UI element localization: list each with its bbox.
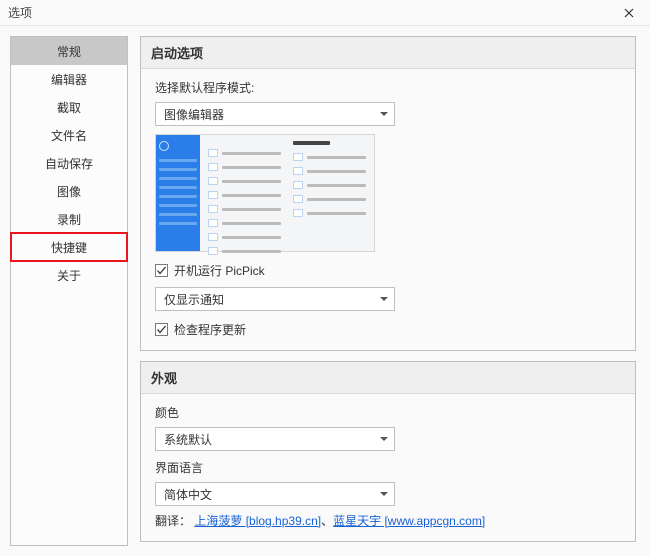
close-icon <box>624 8 634 18</box>
preview-sidebar <box>156 135 200 251</box>
translate-credit: 翻译： 上海菠萝 [blog.hp39.cn]、蓝星天宇 [www.appcgn… <box>155 512 621 529</box>
check-icon <box>156 324 167 335</box>
separator: 、 <box>321 514 333 528</box>
sidebar-item-label: 编辑器 <box>51 71 87 88</box>
sidebar-item-autosave[interactable]: 自动保存 <box>11 149 127 177</box>
mode-select[interactable]: 图像编辑器 <box>155 102 395 126</box>
startup-panel: 启动选项 选择默认程序模式: 图像编辑器 <box>140 36 636 351</box>
sidebar-item-label: 录制 <box>57 211 81 228</box>
appearance-panel-title: 外观 <box>141 362 635 394</box>
notify-select[interactable]: 仅显示通知 <box>155 287 395 311</box>
sidebar-item-label: 截取 <box>57 99 81 116</box>
sidebar-item-hotkey[interactable]: 快捷键 <box>11 233 127 261</box>
sidebar-item-label: 文件名 <box>51 127 87 144</box>
check-updates-checkbox[interactable] <box>155 323 168 336</box>
chevron-down-icon <box>380 112 388 116</box>
notify-value: 仅显示通知 <box>164 291 224 308</box>
sidebar-item-label: 自动保存 <box>45 155 93 172</box>
color-value: 系统默认 <box>164 431 212 448</box>
lang-value: 简体中文 <box>164 486 212 503</box>
mode-label: 选择默认程序模式: <box>155 79 621 96</box>
appearance-panel: 外观 颜色 系统默认 界面语言 简体中文 翻译： 上海菠萝 [blog.hp39… <box>140 361 636 542</box>
titlebar: 选项 <box>0 0 650 26</box>
sidebar-item-label: 图像 <box>57 183 81 200</box>
sidebar-item-general[interactable]: 常规 <box>11 37 127 65</box>
check-icon <box>156 265 167 276</box>
sidebar-item-record[interactable]: 录制 <box>11 205 127 233</box>
translator-link-2[interactable]: 蓝星天宇 [www.appcgn.com] <box>333 514 485 528</box>
run-on-startup-row: 开机运行 PicPick <box>155 262 621 279</box>
startup-panel-title: 启动选项 <box>141 37 635 69</box>
sidebar-item-label: 关于 <box>57 267 81 284</box>
sidebar-item-capture[interactable]: 截取 <box>11 93 127 121</box>
sidebar-item-image[interactable]: 图像 <box>11 177 127 205</box>
sidebar-item-filename[interactable]: 文件名 <box>11 121 127 149</box>
mode-value: 图像编辑器 <box>164 106 224 123</box>
sidebar-item-editor[interactable]: 编辑器 <box>11 65 127 93</box>
check-updates-row: 检查程序更新 <box>155 321 621 338</box>
color-label: 颜色 <box>155 404 621 421</box>
chevron-down-icon <box>380 492 388 496</box>
run-on-startup-checkbox[interactable] <box>155 264 168 277</box>
sidebar-item-label: 常规 <box>57 43 81 60</box>
chevron-down-icon <box>380 297 388 301</box>
translate-prefix: 翻译： <box>155 514 191 528</box>
lang-label: 界面语言 <box>155 459 621 476</box>
main-layout: 常规 编辑器 截取 文件名 自动保存 图像 录制 快捷键 关于 启动选项 选择默… <box>0 26 650 556</box>
chevron-down-icon <box>380 437 388 441</box>
run-on-startup-label: 开机运行 PicPick <box>174 262 265 279</box>
sidebar-item-label: 快捷键 <box>51 239 87 256</box>
window-title: 选项 <box>8 4 32 21</box>
color-select[interactable]: 系统默认 <box>155 427 395 451</box>
content: 启动选项 选择默认程序模式: 图像编辑器 <box>140 36 636 546</box>
sidebar: 常规 编辑器 截取 文件名 自动保存 图像 录制 快捷键 关于 <box>10 36 128 546</box>
lang-select[interactable]: 简体中文 <box>155 482 395 506</box>
preview-main <box>200 135 374 251</box>
check-updates-label: 检查程序更新 <box>174 321 246 338</box>
close-button[interactable] <box>608 0 650 26</box>
translator-link-1[interactable]: 上海菠萝 [blog.hp39.cn] <box>194 514 321 528</box>
sidebar-item-about[interactable]: 关于 <box>11 261 127 289</box>
mode-preview <box>155 134 375 252</box>
